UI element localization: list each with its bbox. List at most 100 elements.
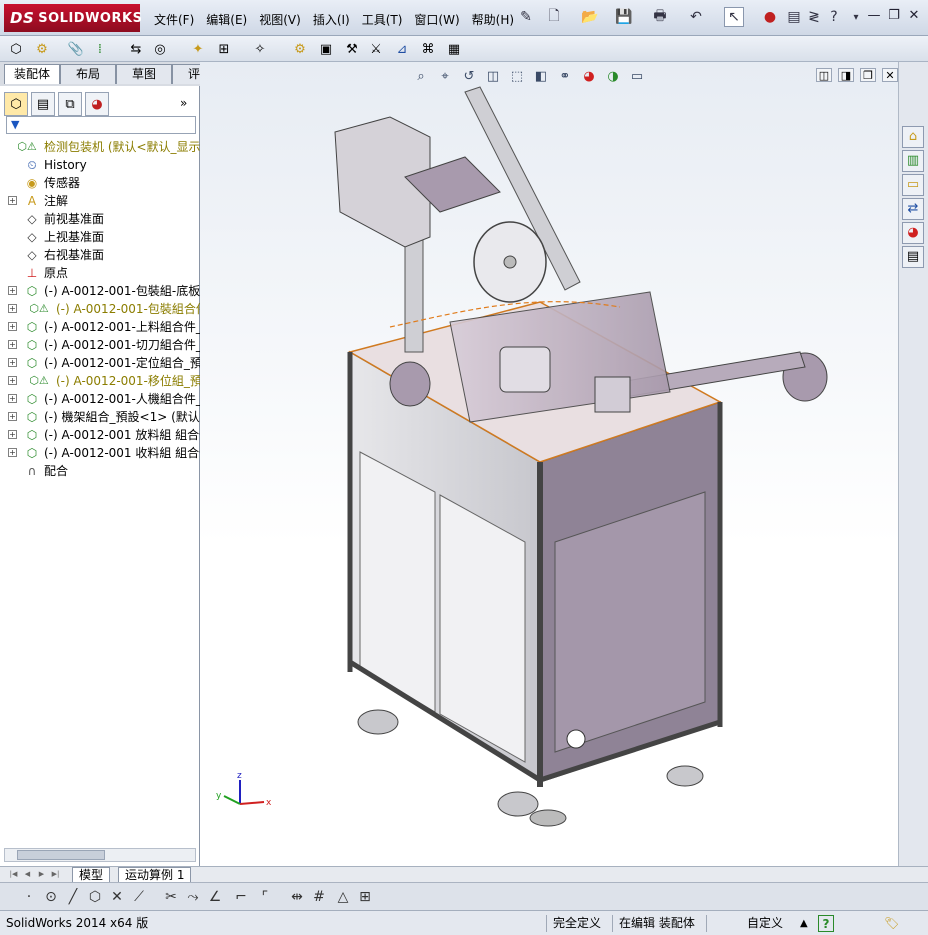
tab-motion-study[interactable]: 运动算例 1 bbox=[118, 867, 192, 883]
assembly-model-view[interactable]: z x y bbox=[200, 62, 898, 866]
appearances-icon[interactable]: ◕ bbox=[902, 222, 924, 244]
tab-next-icon[interactable]: ▶ bbox=[36, 869, 47, 880]
show-hidden-icon[interactable]: ◎ bbox=[150, 39, 170, 59]
menu-help[interactable]: 帮助(H) bbox=[466, 9, 520, 30]
reference-geometry-icon[interactable]: ⊞ bbox=[214, 39, 234, 59]
line-icon[interactable]: ╱ bbox=[64, 888, 82, 906]
expand-toggle-icon[interactable]: + bbox=[8, 394, 17, 403]
offset-icon[interactable]: ∠ bbox=[206, 888, 224, 906]
extend-icon[interactable]: ⤳ bbox=[184, 888, 202, 906]
featuremanager-tree-icon[interactable]: ⬡ bbox=[4, 92, 28, 116]
expand-panel-icon[interactable]: » bbox=[180, 96, 187, 110]
interference-detection-icon[interactable]: ⚔ bbox=[366, 39, 386, 59]
tree-item[interactable]: + ⬡ (-) A-0012-001-定位組合_預設 bbox=[0, 354, 200, 372]
trim-icon[interactable]: ✂ bbox=[162, 888, 180, 906]
tag-icon[interactable]: 🏷 bbox=[884, 915, 899, 932]
corner-icon[interactable]: ⌐ bbox=[232, 888, 250, 906]
menu-tools[interactable]: 工具(T) bbox=[356, 9, 409, 30]
help-icon[interactable]: ? bbox=[824, 7, 844, 27]
tab-layout[interactable]: 布局 bbox=[60, 64, 116, 84]
mate-icon[interactable]: ⚙ bbox=[32, 39, 52, 59]
tab-first-icon[interactable]: |◀ bbox=[8, 869, 19, 880]
solidworks-logo[interactable]: DS SOLIDWORKS bbox=[4, 4, 142, 32]
open-folder-icon[interactable]: 📂 bbox=[580, 7, 600, 27]
paperclip-icon[interactable]: 📎 bbox=[66, 39, 86, 59]
slope-icon[interactable]: ⟋ bbox=[130, 888, 148, 906]
point-icon[interactable]: · bbox=[20, 888, 38, 906]
tree-item[interactable]: ◇ 前视基准面 bbox=[0, 210, 200, 228]
print-icon[interactable]: 🖶 bbox=[650, 7, 670, 27]
custom-properties-icon[interactable]: ▤ bbox=[902, 246, 924, 268]
expand-toggle-icon[interactable]: + bbox=[8, 196, 17, 205]
restore-icon[interactable]: ❐ bbox=[884, 8, 904, 26]
triangle-icon[interactable]: △ bbox=[334, 888, 352, 906]
tree-item[interactable]: + ⬡⚠ (-) A-0012-001-包裝組合件 bbox=[0, 300, 200, 318]
update-speedpak-icon[interactable]: ⌘ bbox=[418, 39, 438, 59]
new-document-icon[interactable]: 🗋 bbox=[544, 7, 564, 27]
solidworks-resources-icon[interactable]: ⌂ bbox=[902, 126, 924, 148]
tree-item[interactable]: + ⬡ (-) A-0012-001 放料組 組合件 bbox=[0, 426, 200, 444]
scrollbar-thumb[interactable] bbox=[17, 850, 105, 860]
configurationmanager-icon[interactable]: ⧉ bbox=[58, 92, 82, 116]
rebuild-traffic-light-icon[interactable]: ● bbox=[760, 7, 780, 27]
centerline-icon[interactable]: ✕ bbox=[108, 888, 126, 906]
tree-item[interactable]: ⏲ History bbox=[0, 156, 200, 174]
expand-toggle-icon[interactable]: + bbox=[8, 376, 17, 385]
graphics-area[interactable]: ⌕ ⌖ ↺ ◫ ⬚ ◧ ⚭ ◕ ◑ ▭ ◫ ◨ ❐ ✕ z x y bbox=[200, 62, 898, 866]
pattern-icon[interactable]: ⁞ bbox=[90, 39, 110, 59]
polygon-icon[interactable]: ⬡ bbox=[86, 888, 104, 906]
tree-filter[interactable]: ▼ bbox=[6, 116, 196, 134]
file-explorer-icon[interactable]: ▭ bbox=[902, 174, 924, 196]
tree-item[interactable]: ⬡⚠ 检测包装机 (默认<默认_显示 bbox=[0, 138, 200, 156]
view-palette-icon[interactable]: ⇄ bbox=[902, 198, 924, 220]
status-units[interactable]: 自定义 bbox=[706, 915, 814, 932]
circle-icon[interactable]: ⊙ bbox=[42, 888, 60, 906]
options-icon[interactable]: ▤ bbox=[784, 7, 804, 27]
sigma-icon[interactable]: ≷ bbox=[804, 7, 824, 27]
dimension-icon[interactable]: ⇹ bbox=[288, 888, 306, 906]
status-help-icon[interactable]: ? bbox=[818, 915, 834, 932]
tree-item[interactable]: + ⬡⚠ (-) A-0012-001-移位組_預設 bbox=[0, 372, 200, 390]
units-dropdown-chevron-icon[interactable]: ▲ bbox=[800, 915, 808, 932]
propertymanager-icon[interactable]: ▤ bbox=[31, 92, 55, 116]
insert-component-icon[interactable]: ⬡ bbox=[6, 39, 26, 59]
expand-toggle-icon[interactable]: + bbox=[8, 412, 17, 421]
instant3d-icon[interactable]: ⊿ bbox=[392, 39, 412, 59]
expand-toggle-icon[interactable]: + bbox=[8, 430, 17, 439]
expand-toggle-icon[interactable]: + bbox=[8, 304, 17, 313]
tree-item[interactable]: + ⬡ (-) A-0012-001-包裝組-底板_預 bbox=[0, 282, 200, 300]
tree-item[interactable]: + ⬡ (-) A-0012-001-切刀組合件_預 bbox=[0, 336, 200, 354]
expand-toggle-icon[interactable]: + bbox=[8, 448, 17, 457]
tree-item[interactable]: ◇ 右视基准面 bbox=[0, 246, 200, 264]
tab-sketch[interactable]: 草图 bbox=[116, 64, 172, 84]
tree-item[interactable]: + ⬡ (-) A-0012-001 收料組 組合件 bbox=[0, 444, 200, 462]
tree-item[interactable]: + ⬡ (-) A-0012-001-人機組合件_預 bbox=[0, 390, 200, 408]
tab-last-icon[interactable]: ▶| bbox=[50, 869, 61, 880]
menu-edit[interactable]: 编辑(E) bbox=[200, 9, 253, 30]
displaymanager-icon[interactable]: ◕ bbox=[85, 92, 109, 116]
expand-toggle-icon[interactable]: + bbox=[8, 286, 17, 295]
grid-icon[interactable]: # bbox=[310, 888, 328, 906]
table-icon[interactable]: ⊞ bbox=[356, 888, 374, 906]
tree-item[interactable]: ⊥ 原点 bbox=[0, 264, 200, 282]
menu-window[interactable]: 窗口(W) bbox=[408, 9, 465, 30]
expand-toggle-icon[interactable]: + bbox=[8, 340, 17, 349]
design-library-icon[interactable]: ▥ bbox=[902, 150, 924, 172]
exploded-view-icon[interactable]: ▣ bbox=[316, 39, 336, 59]
tab-prev-icon[interactable]: ◀ bbox=[22, 869, 33, 880]
tree-horizontal-scrollbar[interactable] bbox=[4, 848, 196, 862]
explode-line-sketch-icon[interactable]: ⚒ bbox=[342, 39, 362, 59]
help-dropdown-chevron-icon[interactable]: ▾ bbox=[846, 7, 866, 27]
pin-icon[interactable]: ✎ bbox=[516, 7, 536, 27]
tree-item[interactable]: ◉ 传感器 bbox=[0, 174, 200, 192]
save-icon[interactable]: 💾 bbox=[614, 7, 634, 27]
tab-assembly[interactable]: 装配体 bbox=[4, 64, 60, 84]
menu-view[interactable]: 视图(V) bbox=[253, 9, 307, 30]
move-component-icon[interactable]: ⇆ bbox=[126, 39, 146, 59]
assembly-features-icon[interactable]: ✦ bbox=[188, 39, 208, 59]
undo-icon[interactable]: ↶ bbox=[686, 7, 706, 27]
tree-item[interactable]: + A 注解 bbox=[0, 192, 200, 210]
tree-item[interactable]: + ⬡ (-) 機架組合_預設<1> (默认< bbox=[0, 408, 200, 426]
menu-insert[interactable]: 插入(I) bbox=[307, 9, 356, 30]
expand-toggle-icon[interactable]: + bbox=[8, 358, 17, 367]
